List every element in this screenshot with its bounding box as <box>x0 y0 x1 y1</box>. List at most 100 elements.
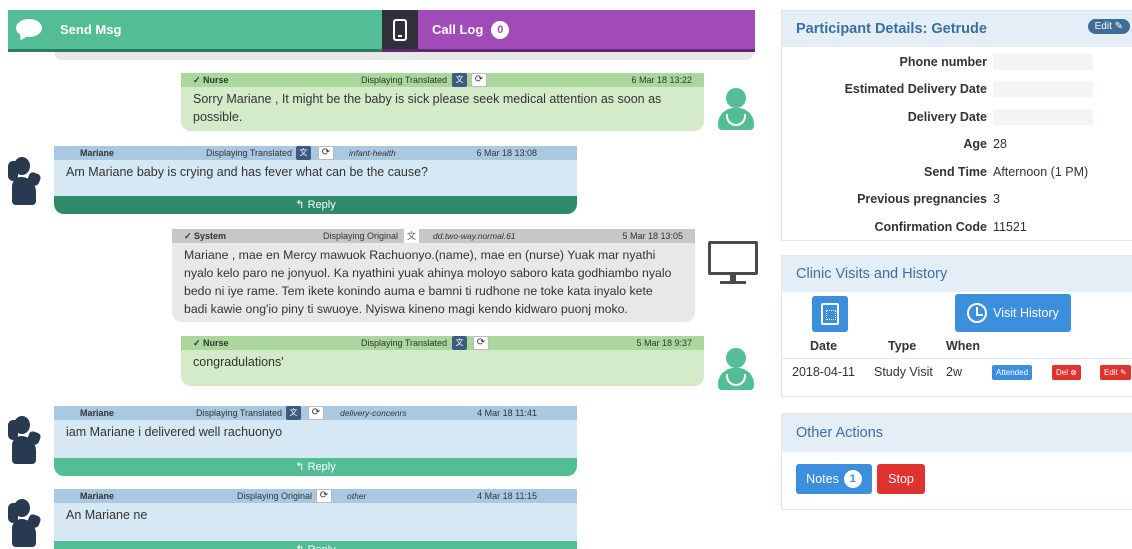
patient-avatar-icon <box>6 497 42 547</box>
participant-details-panel: Participant Details: Getrude Edit ✎ Phon… <box>781 10 1132 241</box>
column-header: Type <box>888 338 917 353</box>
refresh-button[interactable]: ⟳ <box>308 406 324 420</box>
translate-button[interactable]: 文 <box>404 229 419 243</box>
confirmation-value: 11521 <box>993 219 1027 234</box>
visits-table: Date Type When 2018-04-11 Study Visit 2w… <box>782 334 1132 386</box>
reply-button[interactable]: ↰ Reply <box>54 458 577 476</box>
display-mode: Displaying Translated <box>361 338 448 348</box>
message-header: ✓ Nurse Displaying Translated 文 ⟳ 5 Mar … <box>181 336 704 350</box>
message-date: 6 Mar 18 13:08 <box>476 148 537 158</box>
pregnancies-value: 3 <box>993 192 1000 207</box>
visits-table-header: Date Type When <box>782 334 1132 358</box>
table-row: 2018-04-11 Study Visit 2w Attended Del ⊗… <box>782 357 1132 386</box>
system-monitor-icon <box>708 241 758 285</box>
display-mode: Displaying Original <box>323 231 399 241</box>
translate-button[interactable]: 文 <box>296 146 311 160</box>
message-date: 6 Mar 18 13:22 <box>631 75 692 85</box>
message-header: ✓ Nurse Displaying Translated 文 ⟳ 6 Mar … <box>181 73 704 87</box>
send-msg-label: Send Msg <box>60 22 122 37</box>
clinic-buttons: Visit History <box>782 292 1132 334</box>
message-tag: infant-health <box>349 148 396 158</box>
edit-visit-button[interactable]: Edit ✎ <box>1100 365 1131 381</box>
notes-count-badge: 1 <box>843 470 862 488</box>
detail-label: Phone number <box>899 54 987 69</box>
message-text: Sorry Mariane , It might be the baby is … <box>181 87 704 131</box>
message-patient: Mariane Displaying Translated 文 ⟳ delive… <box>54 406 577 476</box>
notes-button[interactable]: Notes 1 <box>796 464 872 494</box>
message-text: congradulations' <box>181 350 704 386</box>
refresh-icon: ⟳ <box>471 73 487 87</box>
message-sender: Mariane <box>80 491 115 501</box>
refresh-icon: ⟳ <box>308 406 324 420</box>
refresh-button[interactable]: ⟳ <box>473 336 489 350</box>
send-msg-button[interactable]: Send Msg <box>8 10 382 52</box>
visit-history-label: Visit History <box>993 306 1059 320</box>
refresh-button[interactable]: ⟳ <box>316 489 332 503</box>
message-header: Mariane Displaying Translated 文 ⟳ infant… <box>54 146 577 160</box>
message-tag: delivery-concenrs <box>340 408 407 418</box>
message-text: Am Mariane baby is crying and has fever … <box>54 160 577 196</box>
message-patient: Mariane Displaying Original ⟳ other 4 Ma… <box>54 489 577 549</box>
display-mode: Displaying Original <box>237 491 313 501</box>
translate-icon: 文 <box>452 336 467 350</box>
patient-avatar-icon <box>6 155 42 205</box>
detail-row-phone: Phone number <box>782 48 1132 76</box>
visit-type: Study Visit <box>874 357 946 386</box>
send-time-value: Afternoon (1 PM) <box>993 164 1089 179</box>
reply-button[interactable]: ↰ Reply <box>54 541 577 549</box>
message-nurse: ✓ Nurse Displaying Translated 文 ⟳ 6 Mar … <box>181 73 704 131</box>
delivery-value <box>993 108 1093 125</box>
schedule-visit-button[interactable] <box>812 296 848 332</box>
detail-row-age: Age 28 <box>782 131 1132 159</box>
previous-message-edge <box>54 52 754 60</box>
action-bar: Send Msg Call Log 0 <box>8 10 755 52</box>
participant-detail-list: Phone number Estimated Delivery Date Del… <box>782 47 1132 241</box>
call-count-badge: 0 <box>491 20 510 39</box>
detail-row-confirmation: Confirmation Code 11521 <box>782 213 1132 241</box>
refresh-button[interactable]: ⟳ <box>471 73 487 87</box>
message-header: ✓ System Displaying Original 文 dd.two-wa… <box>172 229 695 243</box>
call-log-button[interactable]: Call Log 0 <box>382 10 755 52</box>
stop-button[interactable]: Stop <box>877 464 925 494</box>
message-nurse: ✓ Nurse Displaying Translated 文 ⟳ 5 Mar … <box>181 336 704 386</box>
refresh-button[interactable]: ⟳ <box>318 146 334 160</box>
refresh-icon: ⟳ <box>316 489 332 503</box>
message-sender: Mariane <box>80 148 115 158</box>
edit-participant-button[interactable]: Edit ✎ <box>1087 19 1130 34</box>
translate-button[interactable]: 文 <box>452 73 467 87</box>
reply-button[interactable]: ↰ Reply <box>54 196 577 214</box>
refresh-icon: ⟳ <box>318 146 334 160</box>
translate-icon: 文 <box>296 146 311 160</box>
message-date: 5 Mar 18 9:37 <box>636 338 692 348</box>
detail-row-send-time: Send Time Afternoon (1 PM) <box>782 158 1132 186</box>
visit-history-button[interactable]: Visit History <box>955 294 1071 332</box>
calendar-icon <box>821 303 839 325</box>
clock-icon <box>967 303 988 323</box>
translate-icon: 文 <box>404 229 419 243</box>
message-patient: Mariane Displaying Translated 文 ⟳ infant… <box>54 146 577 214</box>
message-sender: ✓ Nurse <box>193 337 229 348</box>
detail-row-edd: Estimated Delivery Date <box>782 76 1132 104</box>
column-header: When <box>946 338 981 353</box>
other-actions-title: Other Actions <box>782 414 1132 452</box>
message-sender: ✓ Nurse <box>193 74 229 85</box>
clinic-visits-panel: Clinic Visits and History Visit History … <box>781 255 1132 397</box>
nurse-avatar-icon <box>716 348 756 390</box>
notes-label: Notes <box>806 472 839 486</box>
detail-label: Age <box>963 137 987 152</box>
status-badge[interactable]: Attended <box>992 365 1033 381</box>
chat-bubble-icon <box>16 18 42 43</box>
detail-label: Estimated Delivery Date <box>844 82 987 97</box>
delete-visit-button[interactable]: Del ⊗ <box>1052 365 1081 381</box>
detail-label: Delivery Date <box>907 109 987 124</box>
detail-row-delivery: Delivery Date <box>782 103 1132 131</box>
visit-when: 2w <box>946 357 992 386</box>
message-date: 5 Mar 18 13:05 <box>622 231 683 241</box>
detail-row-pregnancies: Previous pregnancies 3 <box>782 186 1132 214</box>
detail-label: Confirmation Code <box>874 219 988 234</box>
translate-button[interactable]: 文 <box>286 406 301 420</box>
participant-title-text: Participant Details: Getrude <box>796 21 987 37</box>
translate-button[interactable]: 文 <box>452 336 467 350</box>
display-mode: Displaying Translated <box>361 75 448 85</box>
clinic-visits-title: Clinic Visits and History <box>782 256 1132 292</box>
